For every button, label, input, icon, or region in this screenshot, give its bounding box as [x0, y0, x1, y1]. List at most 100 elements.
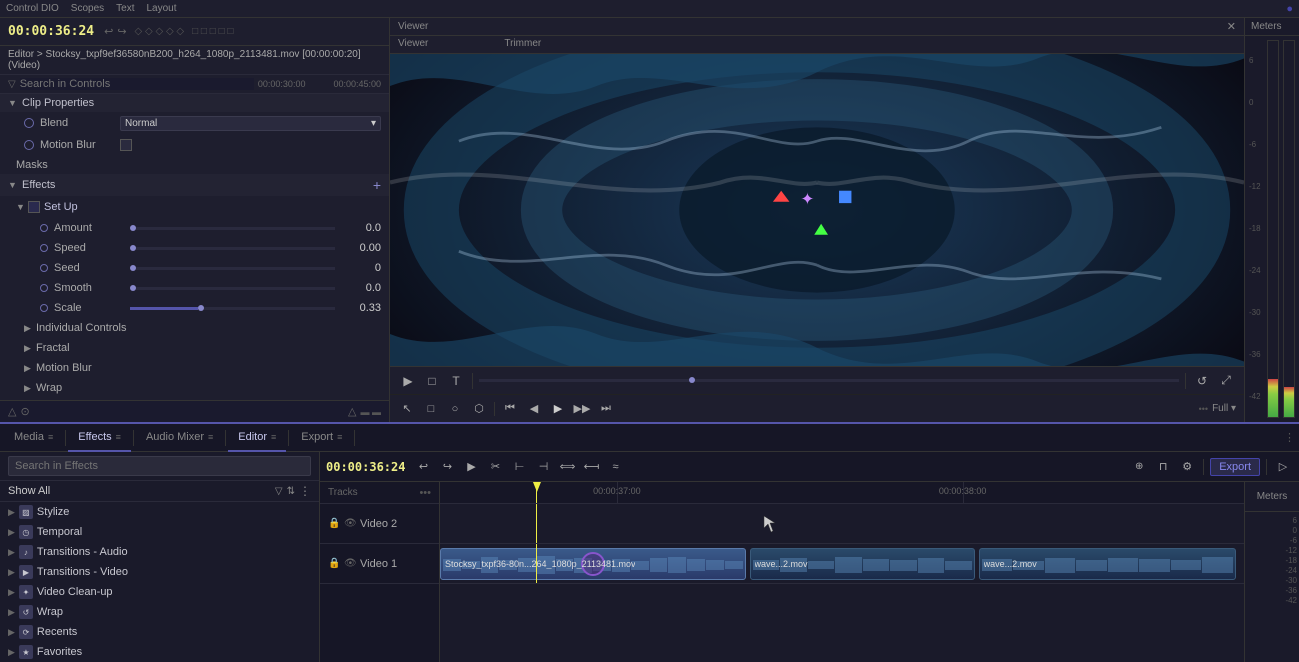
effects-sort-icon[interactable]: ⇅: [287, 486, 295, 497]
track1-lock-icon[interactable]: 🔒: [328, 558, 340, 570]
track2-vis-icon[interactable]: 👁: [344, 518, 356, 530]
filter-icon[interactable]: ▽: [8, 79, 16, 90]
em-n36: -36: [1285, 586, 1297, 595]
effects-cat-recents[interactable]: ▶ ⟳ Recents: [0, 622, 319, 642]
controls-search-input[interactable]: [20, 78, 254, 90]
sub-effect-fractal[interactable]: ▶ Fractal: [0, 338, 389, 358]
top-bar-item-controlsdio[interactable]: Control DIO: [6, 3, 59, 14]
setup-checkbox[interactable]: [28, 201, 40, 213]
effects-cat-favorites[interactable]: ▶ ★ Favorites: [0, 642, 319, 662]
redo-icon[interactable]: ↪: [117, 25, 126, 38]
playback-shape-btn[interactable]: □: [422, 400, 440, 418]
sub-effect-motionblur[interactable]: ▶ Motion Blur: [0, 358, 389, 378]
effect-header-setup[interactable]: ▼ Set Up: [0, 196, 389, 218]
viewer-close[interactable]: ✕: [1227, 20, 1236, 33]
editor-snap-icon[interactable]: ⊕: [1129, 457, 1149, 477]
track2-lock-icon[interactable]: 🔒: [328, 518, 340, 530]
tab-effects-close[interactable]: ≡: [116, 432, 121, 442]
playback-rewind[interactable]: ◀: [525, 400, 543, 418]
effects-add-button[interactable]: +: [373, 177, 381, 193]
clip-main[interactable]: Stocksy_txpf36-80n...264_1080p_2113481.m…: [440, 548, 746, 580]
effect-group-setup: ▼ Set Up Amount 0.0 Spe: [0, 196, 389, 318]
tool-text[interactable]: T: [446, 371, 466, 391]
effects-filter-icon[interactable]: ▽: [275, 486, 283, 497]
editor-razor[interactable]: ✂: [485, 457, 505, 477]
top-bar-item-layout[interactable]: Layout: [147, 3, 177, 14]
effects-cat-temporal[interactable]: ▶ ◷ Temporal: [0, 522, 319, 542]
effects-header[interactable]: ▼ Effects +: [0, 174, 389, 196]
motion-blur-label: Motion Blur: [40, 139, 120, 151]
undo-icon[interactable]: ↩: [104, 25, 113, 38]
editor-settings-icon[interactable]: ⚙: [1177, 457, 1197, 477]
tab-bar: Media ≡ Effects ≡ Audio Mixer ≡ Editor ≡…: [0, 424, 1299, 452]
top-bar-item-scopes[interactable]: Scopes: [71, 3, 104, 14]
tab-bar-dots[interactable]: ⋮: [1284, 431, 1295, 444]
editor-magnet-icon[interactable]: ⊓: [1153, 457, 1173, 477]
playback-next[interactable]: ▶▶: [573, 400, 591, 418]
scale-bar[interactable]: [130, 307, 335, 310]
viewer-scrubber[interactable]: [479, 379, 1179, 382]
playback-play[interactable]: ▶: [549, 400, 567, 418]
editor-tool1[interactable]: ⊢: [509, 457, 529, 477]
effects-cat-stylize[interactable]: ▶ ▨ Stylize: [0, 502, 319, 522]
tab-media-close[interactable]: ≡: [48, 432, 53, 442]
speed-bar[interactable]: [130, 247, 335, 250]
tool-rect[interactable]: □: [422, 371, 442, 391]
tab-export[interactable]: Export ≡: [291, 424, 352, 452]
tab-editor-close[interactable]: ≡: [271, 432, 276, 442]
editor-tool3[interactable]: ⟺: [557, 457, 577, 477]
tab-audiomixer-close[interactable]: ≡: [208, 432, 213, 442]
editor-tool4[interactable]: ⟻: [581, 457, 601, 477]
top-bar-item-text[interactable]: Text: [116, 3, 134, 14]
tool-cursor[interactable]: ↺: [1192, 371, 1212, 391]
playback-circle-btn[interactable]: ○: [446, 400, 464, 418]
tab-audiomixer[interactable]: Audio Mixer ≡: [136, 424, 223, 452]
amount-bar[interactable]: [130, 227, 335, 230]
smooth-value: 0.0: [341, 282, 381, 294]
clip-properties-header[interactable]: ▼ Clip Properties: [0, 94, 389, 112]
editor-undo[interactable]: ↩: [413, 457, 433, 477]
editor-play[interactable]: ▶: [461, 457, 481, 477]
tab-export-close[interactable]: ≡: [337, 432, 342, 442]
editor-expand[interactable]: ▷: [1273, 457, 1293, 477]
masks-header[interactable]: Masks: [0, 156, 389, 174]
playback-end[interactable]: ⏭: [597, 400, 615, 418]
effects-panel: Show All ▽ ⇅ ⋮ ▶ ▨ Stylize ▶ ◷ Temporal: [0, 452, 320, 662]
editor-tool2[interactable]: ⊣: [533, 457, 553, 477]
sub-effect-individual[interactable]: ▶ Individual Controls: [0, 318, 389, 338]
top-bar: Control DIO Scopes Text Layout ●: [0, 0, 1299, 18]
editor-redo[interactable]: ↪: [437, 457, 457, 477]
effects-cat-trans-audio[interactable]: ▶ ♪ Transitions - Audio: [0, 542, 319, 562]
clip-wave1[interactable]: wave...2.mov: [750, 548, 975, 580]
effects-cat-wrap[interactable]: ▶ ↺ Wrap: [0, 602, 319, 622]
tab-effects[interactable]: Effects ≡: [68, 424, 131, 452]
sub-effect-wrap[interactable]: ▶ Wrap: [0, 378, 389, 398]
seed-bar[interactable]: [130, 267, 335, 270]
speed-dot: [40, 244, 48, 252]
effects-label: Effects: [22, 179, 55, 191]
tab-editor[interactable]: Editor ≡: [228, 424, 286, 452]
effects-options-icon[interactable]: ⋮: [299, 484, 311, 498]
motion-blur-checkbox[interactable]: [120, 139, 132, 151]
playback-full[interactable]: Full ▾: [1212, 403, 1236, 414]
effects-search-input[interactable]: [8, 456, 311, 476]
blend-dropdown[interactable]: Normal ▾: [120, 116, 381, 131]
editor-tool5[interactable]: ≈: [605, 457, 625, 477]
controls-dots2: □ □ □ □ □: [192, 26, 233, 37]
playback-cursor-btn[interactable]: ↖: [398, 400, 416, 418]
editor-sep2: [1266, 459, 1267, 475]
meters-header: Meters: [1245, 18, 1299, 36]
playback-shape2-btn[interactable]: ⬡: [470, 400, 488, 418]
editor-export-button[interactable]: Export: [1210, 458, 1260, 476]
tool-zoom[interactable]: ⤢: [1216, 371, 1236, 391]
track1-vis-icon[interactable]: 👁: [344, 558, 356, 570]
playback-prev[interactable]: ⏮: [501, 400, 519, 418]
tab-media[interactable]: Media ≡: [4, 424, 63, 452]
effects-cat-recents-icon: ⟳: [19, 625, 33, 639]
effects-cat-trans-video[interactable]: ▶ ▶ Transitions - Video: [0, 562, 319, 582]
playhead[interactable]: [536, 482, 537, 503]
smooth-bar[interactable]: [130, 287, 335, 290]
tool-play[interactable]: ▶: [398, 371, 418, 391]
effects-cat-videocleanup[interactable]: ▶ ✦ Video Clean-up: [0, 582, 319, 602]
clip-wave2[interactable]: wave...2.mov: [979, 548, 1236, 580]
